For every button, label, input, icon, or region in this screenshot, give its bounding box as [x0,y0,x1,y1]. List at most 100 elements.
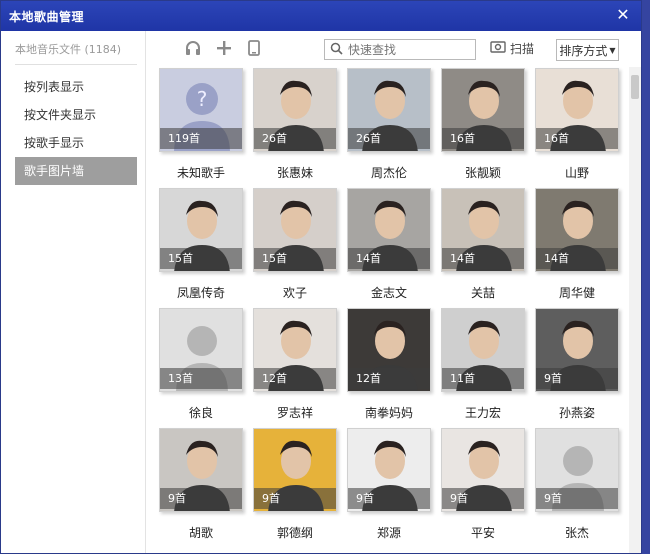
artist-tile[interactable]: 11首 王力宏 [441,308,525,421]
artist-name: 郑源 [376,526,401,540]
artist-photo[interactable]: 11首 [441,308,525,392]
song-count-badge: 26首 [348,128,430,149]
sort-dropdown[interactable]: 排序方式 ▼ [556,39,619,61]
scan-label: 扫描 [510,42,535,56]
title-bar: 本地歌曲管理 ✕ [1,1,641,31]
artist-photo[interactable]: 9首 [535,308,619,392]
artist-photo[interactable]: 9首 [159,428,243,512]
song-count-badge: 14首 [536,248,618,269]
sidebar-header: 本地音乐文件 (1184) [15,41,137,65]
artist-tile[interactable]: 14首金志文 [347,188,431,301]
artist-name: 山野 [564,166,589,180]
artist-tile[interactable]: 12首罗志祥 [253,308,337,421]
search-icon [330,42,343,58]
song-count-badge: 9首 [536,368,618,389]
artist-tile[interactable]: 9首胡歌 [159,428,243,541]
artist-name: 罗志祥 [276,406,313,420]
sidebar-item-list-view[interactable]: 按列表显示 [15,73,137,101]
artist-tile[interactable]: 12首南拳妈妈 [347,308,431,421]
artist-tile[interactable]: 13首徐良 [159,308,243,421]
artist-tile[interactable]: 9首平安 [441,428,525,541]
artist-name: 平安 [470,526,495,540]
artist-tile[interactable]: ? 119首未知歌手 [159,68,243,181]
song-count-badge: 15首 [160,248,242,269]
song-count-badge: 9首 [348,488,430,509]
add-icon[interactable] [214,38,234,58]
artist-photo[interactable]: 16首 [441,68,525,152]
dialog-content: 本地音乐文件 (1184) 按列表显示 按文件夹显示 按歌手显示 歌手图片墙 快… [1,31,641,553]
scrollbar-thumb[interactable] [631,75,639,99]
artist-photo[interactable]: ? 119首 [159,68,243,152]
artist-tile[interactable]: 9首张杰 [535,428,619,541]
artist-photo[interactable]: 9首 [253,428,337,512]
artist-photo[interactable]: 14首 [441,188,525,272]
artist-name: 关喆 [470,286,495,300]
song-count-badge: 119首 [160,128,242,149]
artist-tile[interactable]: 9首郭德纲 [253,428,337,541]
artist-photo[interactable]: 12首 [253,308,337,392]
artist-name: 张靓颖 [464,166,501,180]
sidebar-item-artist-view[interactable]: 按歌手显示 [15,129,137,157]
artist-name: 凤凰传奇 [176,286,225,300]
song-count-badge: 12首 [348,368,430,389]
song-count-badge: 9首 [160,488,242,509]
artist-tile[interactable]: 14首关喆 [441,188,525,301]
song-count-badge: 14首 [442,248,524,269]
artist-photo[interactable]: 9首 [441,428,525,512]
scan-icon [490,40,506,57]
artist-photo[interactable]: 26首 [347,68,431,152]
chevron-down-icon: ▼ [609,45,616,55]
artist-tile[interactable]: 26首周杰伦 [347,68,431,181]
artist-name: 周华健 [558,286,595,300]
song-count-badge: 9首 [536,488,618,509]
artist-tile[interactable]: 9首郑源 [347,428,431,541]
song-count-badge: 16首 [536,128,618,149]
artist-name: 未知歌手 [176,166,225,180]
song-count-badge: 13首 [160,368,242,389]
artist-name: 徐良 [188,406,213,420]
artist-tile[interactable]: 16首张靓颖 [441,68,525,181]
artist-name: 欢子 [282,286,307,300]
song-count-badge: 26首 [254,128,336,149]
headphones-icon[interactable] [183,38,203,58]
artist-photo[interactable]: 26首 [253,68,337,152]
artist-name: 孙燕姿 [558,406,595,420]
artist-photo[interactable]: 9首 [347,428,431,512]
artist-photo[interactable]: 9首 [535,428,619,512]
song-count-badge: 9首 [442,488,524,509]
artist-tile[interactable]: 15首凤凰传奇 [159,188,243,301]
artist-grid: ? 119首 未知歌手 26首 张惠妹 26首 周杰伦 16首 张靓颖 16首 山野 15首 凤凰传奇 1… [147,67,629,553]
sidebar-item-folder-view[interactable]: 按文件夹显示 [15,101,137,129]
artist-photo[interactable]: 13首 [159,308,243,392]
artist-photo[interactable]: 16首 [535,68,619,152]
scan-button[interactable]: 扫描 [490,40,534,57]
search-box[interactable] [324,39,476,60]
artist-name: 张杰 [564,526,589,540]
window-title: 本地歌曲管理 [9,9,85,24]
artist-tile[interactable]: 16首山野 [535,68,619,181]
sidebar-item-artist-wall[interactable]: 歌手图片墙 [15,157,137,185]
artist-photo[interactable]: 14首 [535,188,619,272]
artist-name: 金志文 [370,286,407,300]
artist-name: 胡歌 [188,526,213,540]
song-count-badge: 15首 [254,248,336,269]
artist-photo[interactable]: 15首 [253,188,337,272]
search-input[interactable] [348,42,468,57]
device-icon[interactable] [244,38,264,58]
artist-tile[interactable]: 14首周华健 [535,188,619,301]
artist-tile[interactable]: 9首孙燕姿 [535,308,619,421]
artist-name: 周杰伦 [370,166,407,180]
close-icon[interactable]: ✕ [615,7,631,23]
artist-name: 张惠妹 [276,166,313,180]
artist-tile[interactable]: 15首欢子 [253,188,337,301]
artist-photo[interactable]: 14首 [347,188,431,272]
artist-photo[interactable]: 15首 [159,188,243,272]
artist-tile[interactable]: 26首张惠妹 [253,68,337,181]
scrollbar[interactable] [629,67,641,553]
toolbar: 扫描 排序方式 ▼ [147,31,641,65]
artist-name: 南拳妈妈 [364,406,413,420]
local-songs-dialog: 本地歌曲管理 ✕ 本地音乐文件 (1184) 按列表显示 按文件夹显示 按歌手显… [0,0,642,554]
song-count-badge: 9首 [254,488,336,509]
artist-name: 郭德纲 [276,526,313,540]
artist-photo[interactable]: 12首 [347,308,431,392]
